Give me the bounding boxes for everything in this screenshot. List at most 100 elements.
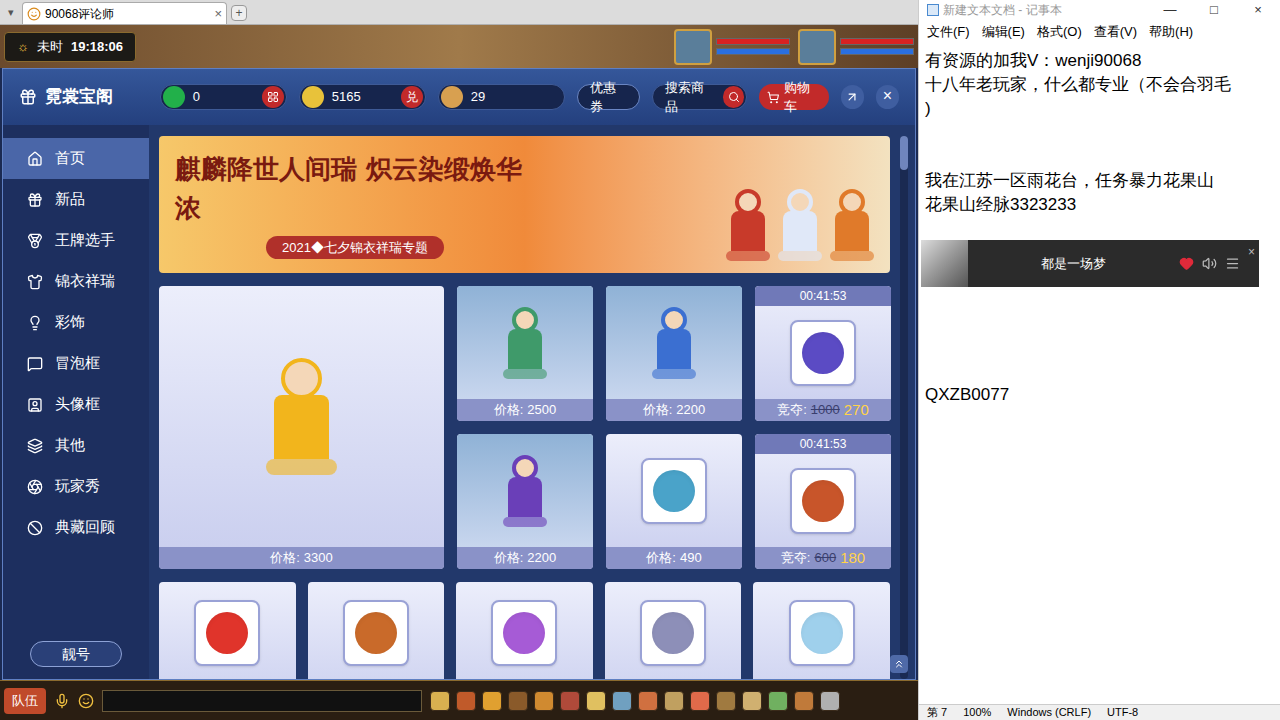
sidebar-item[interactable]: 彩饰: [3, 302, 149, 343]
sidebar-item[interactable]: 王牌选手: [3, 220, 149, 261]
product-row: [159, 582, 890, 679]
menu-item[interactable]: 帮助(H): [1149, 22, 1193, 42]
playlist-icon[interactable]: [1225, 256, 1240, 271]
new-tab-button[interactable]: +: [231, 5, 247, 21]
notepad-status-bar: 第 7100%Windows (CRLF)UTF-8: [919, 704, 1280, 720]
sidebar-item[interactable]: 典藏回顾: [3, 507, 149, 548]
search-button[interactable]: 搜索商品: [652, 84, 747, 110]
product-card[interactable]: [159, 582, 296, 679]
menu-arrow[interactable]: ▾: [4, 4, 18, 21]
sidebar-item[interactable]: 锦衣祥瑞: [3, 261, 149, 302]
close-button[interactable]: ×: [876, 85, 899, 109]
player-close[interactable]: ×: [1248, 240, 1259, 264]
cart-button[interactable]: 购物车: [759, 84, 829, 110]
toolbar-icon[interactable]: [482, 691, 502, 711]
character-figure: [266, 358, 336, 476]
status-item: 100%: [963, 704, 991, 720]
exchange-button[interactable]: 兑: [401, 86, 423, 108]
product-card[interactable]: 价格:2200: [457, 434, 593, 569]
mp-bar: [840, 48, 914, 55]
toolbar-icon[interactable]: [560, 691, 580, 711]
notepad-content[interactable]: 有资源的加我V：wenji90068十八年老玩家，什么都专业（不会合羽毛)我在江…: [919, 44, 1280, 704]
sidebar-item-icon: [27, 274, 43, 290]
content: 麒麟降世人间瑞 炽云染缎焕华浓2021◆七夕锦衣祥瑞专题价格:3300 价格:25…: [149, 125, 915, 679]
status-item: UTF-8: [1107, 704, 1138, 720]
character-figure: [503, 455, 547, 527]
sidebar-item[interactable]: 首页: [3, 138, 149, 179]
coupon-button[interactable]: 优惠券: [577, 84, 640, 110]
product-card[interactable]: [308, 582, 445, 679]
shop-panel: 霓裳宝阁05165兑29优惠券搜索商品购物车×首页新品王牌选手锦衣祥瑞彩饰冒泡框…: [2, 68, 916, 680]
scrollbar[interactable]: [900, 136, 908, 679]
window-control[interactable]: ×: [1236, 0, 1280, 20]
sidebar-item[interactable]: 新品: [3, 179, 149, 220]
browser-tab[interactable]: 90068评论师×: [22, 2, 227, 24]
toolbar-icon[interactable]: [586, 691, 606, 711]
product-card[interactable]: [753, 582, 890, 679]
product-card[interactable]: [605, 582, 742, 679]
product-card[interactable]: 价格:2500: [457, 286, 593, 421]
screen: ▾90068评论师×+☼未时19:18:06霓裳宝阁05165兑29优惠券搜索商…: [0, 0, 1280, 720]
toolbar-icon[interactable]: [612, 691, 632, 711]
item-icon: [194, 600, 260, 666]
currency-pill: 5165兑: [299, 84, 426, 110]
text-line: QXZB0077: [925, 383, 1280, 407]
menu-item[interactable]: 文件(F): [927, 22, 970, 42]
product-card[interactable]: 00:41:53竞夺:1000270: [755, 286, 891, 421]
sidebar-item[interactable]: 冒泡框: [3, 343, 149, 384]
emoji-icon[interactable]: [78, 693, 94, 709]
toolbar-icon[interactable]: [768, 691, 788, 711]
sidebar-item[interactable]: 其他: [3, 425, 149, 466]
team-button[interactable]: 队伍: [4, 688, 46, 714]
toolbar-icon[interactable]: [820, 691, 840, 711]
sidebar-item-icon: [27, 479, 43, 495]
menu-item[interactable]: 查看(V): [1094, 22, 1137, 42]
toolbar-icon[interactable]: [508, 691, 528, 711]
menu-item[interactable]: 格式(O): [1037, 22, 1082, 42]
text-line: 我在江苏一区雨花台，任务暴力花果山: [925, 169, 1280, 193]
currency-pill: 29: [438, 84, 565, 110]
game-window: ▾90068评论师×+☼未时19:18:06霓裳宝阁05165兑29优惠券搜索商…: [0, 0, 918, 720]
menu-item[interactable]: 编辑(E): [982, 22, 1025, 42]
exchange-button[interactable]: [262, 86, 284, 108]
product-card[interactable]: 00:41:53竞夺:600180: [755, 434, 891, 569]
volume-icon[interactable]: [1202, 256, 1217, 271]
sidebar-item[interactable]: 头像框: [3, 384, 149, 425]
toolbar-icon[interactable]: [430, 691, 450, 711]
hp-bar: [716, 38, 790, 45]
toolbar-icon[interactable]: [716, 691, 736, 711]
banner[interactable]: 麒麟降世人间瑞 炽云染缎焕华浓2021◆七夕锦衣祥瑞专题: [159, 136, 890, 273]
shop-header: 霓裳宝阁05165兑29优惠券搜索商品购物车×: [3, 69, 915, 125]
sidebar-item-icon: [27, 151, 43, 167]
product-card[interactable]: [456, 582, 593, 679]
product-card[interactable]: 价格:490: [606, 434, 742, 569]
window-control[interactable]: □: [1192, 0, 1236, 20]
sidebar-item[interactable]: 玩家秀: [3, 466, 149, 507]
expand-button[interactable]: [841, 85, 864, 109]
toolbar-icon[interactable]: [664, 691, 684, 711]
pretty-number-button[interactable]: 靓号: [30, 641, 122, 667]
toolbar-icon[interactable]: [690, 691, 710, 711]
toolbar-icon[interactable]: [742, 691, 762, 711]
window-control[interactable]: —: [1148, 0, 1192, 20]
toolbar-icon[interactable]: [456, 691, 476, 711]
toolbar-icon[interactable]: [534, 691, 554, 711]
game-hud: ☼未时19:18:06: [0, 25, 918, 68]
price-strip: 价格:2500: [457, 399, 593, 421]
toolbar-icon[interactable]: [794, 691, 814, 711]
music-player[interactable]: 都是一场梦×: [921, 240, 1259, 287]
product-card[interactable]: 价格:3300: [159, 286, 444, 569]
item-icon: [343, 600, 409, 666]
chat-input[interactable]: [102, 690, 422, 712]
heart-icon[interactable]: [1179, 256, 1194, 271]
mic-icon[interactable]: [54, 693, 70, 709]
tab-close[interactable]: ×: [214, 4, 222, 24]
sidebar-item-icon: [27, 397, 43, 413]
toolbar-icon[interactable]: [638, 691, 658, 711]
product-card[interactable]: 价格:2200: [606, 286, 742, 421]
notepad-title-bar: 新建文本文档 - 记事本—□×: [919, 0, 1280, 20]
party-portrait[interactable]: [798, 29, 914, 65]
party-portrait[interactable]: [674, 29, 790, 65]
